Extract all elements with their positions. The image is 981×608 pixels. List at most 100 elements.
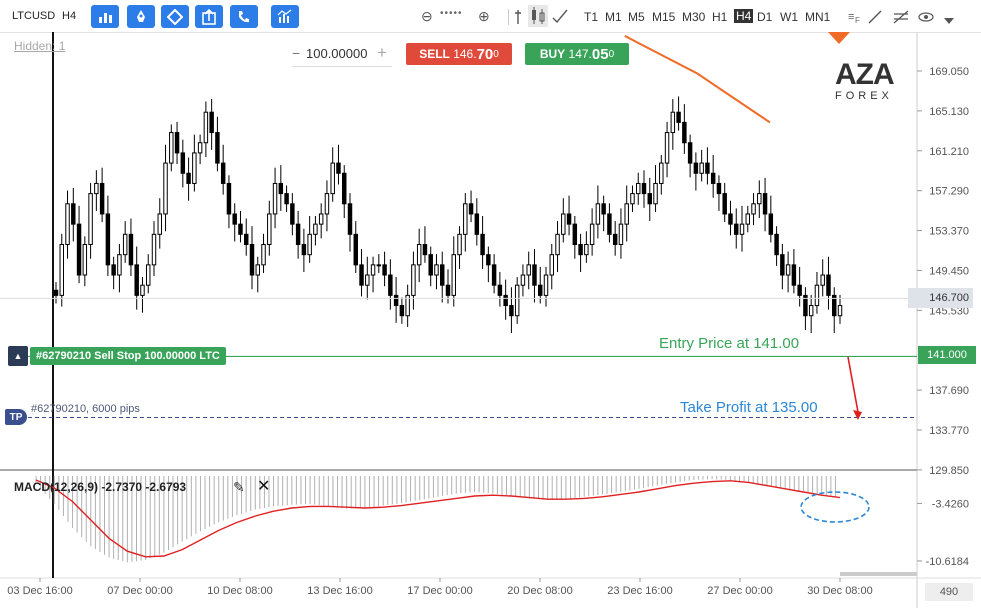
- quantity-minus-button[interactable]: −: [292, 45, 300, 61]
- future-marker-icon: [828, 32, 850, 44]
- candle-body: [255, 264, 260, 276]
- pencil-icon[interactable]: ✎: [233, 479, 245, 496]
- buy-price-main: 147.: [568, 47, 592, 61]
- tab-timeframe-w1[interactable]: W1: [780, 10, 798, 24]
- candle-body: [641, 182, 647, 195]
- candle-body: [762, 193, 768, 215]
- candle-body: [532, 264, 537, 286]
- chevron-down-icon[interactable]: [944, 12, 954, 30]
- candle-body: [520, 274, 526, 286]
- export-button[interactable]: [195, 5, 223, 28]
- candle-type-button[interactable]: [528, 5, 548, 27]
- line-type-icon[interactable]: [552, 8, 568, 29]
- x-tick-label: 27 Dec 00:00: [707, 585, 772, 597]
- current-timeframe[interactable]: H4: [62, 10, 76, 22]
- hidden-objects-link[interactable]: Hidden: 1: [14, 39, 65, 53]
- arrow-head-icon: [853, 410, 862, 420]
- y-tick-label: 157.290: [929, 186, 969, 198]
- candle-body: [393, 294, 399, 307]
- eye-icon[interactable]: [918, 10, 934, 28]
- bars-count: 490: [925, 583, 973, 601]
- candle-body: [820, 274, 825, 286]
- tab-timeframe-h4[interactable]: H4: [734, 9, 754, 23]
- candle-body: [826, 274, 831, 296]
- x-tick-label: 13 Dec 16:00: [307, 585, 372, 597]
- tab-timeframe-m15[interactable]: M15: [652, 10, 675, 24]
- indicators-icon: [277, 9, 292, 23]
- sell-button[interactable]: SELL 146. 70 0: [406, 43, 512, 65]
- bars-count-value: 490: [939, 586, 959, 598]
- candle-body: [728, 213, 733, 225]
- macd-tick-label: -3.4260: [932, 498, 969, 510]
- candle-body: [676, 111, 681, 123]
- tab-timeframe-m1[interactable]: M1: [605, 10, 622, 24]
- quantity-plus-button[interactable]: +: [377, 43, 387, 63]
- zoom-slider[interactable]: •••••: [440, 8, 463, 19]
- x-tick-label: 07 Dec 00:00: [107, 585, 172, 597]
- candle-body: [88, 193, 93, 245]
- candle-body: [105, 213, 111, 266]
- diamond-button[interactable]: [161, 5, 189, 28]
- buy-button[interactable]: BUY 147. 05 0: [525, 43, 629, 65]
- symbol-label[interactable]: LTCUSD: [12, 10, 55, 22]
- candle-body: [324, 193, 330, 215]
- quantity-input[interactable]: 100.00000: [306, 46, 367, 61]
- candle-body: [618, 223, 624, 245]
- close-icon[interactable]: ✕: [257, 476, 270, 496]
- price-chart[interactable]: 169.050 165.130 161.210 157.290 153.370 149.4…: [0, 32, 981, 608]
- candle-body: [451, 254, 456, 296]
- phone-button[interactable]: [230, 5, 258, 28]
- candle-body: [76, 223, 82, 276]
- candle-body: [768, 213, 774, 235]
- order-drag-icon[interactable]: ▲: [8, 346, 28, 366]
- candle-body: [526, 264, 531, 276]
- cursor-icon[interactable]: [512, 10, 524, 29]
- y-tick-label: 133.770: [929, 425, 969, 437]
- zoom-out-icon[interactable]: ⊖: [421, 8, 433, 25]
- trendline-icon[interactable]: [868, 10, 882, 29]
- arrow-line: [847, 356, 859, 413]
- candle-body: [388, 274, 393, 296]
- candle-body: [174, 132, 180, 154]
- tab-timeframe-mn1[interactable]: MN1: [805, 10, 830, 24]
- candle-body: [59, 243, 64, 296]
- candle-body: [186, 172, 191, 184]
- tab-timeframe-t1[interactable]: T1: [584, 10, 598, 24]
- candle-body: [65, 203, 70, 245]
- tab-timeframe-h1[interactable]: H1: [712, 10, 727, 24]
- take-profit-label[interactable]: #62790210, 6000 pips: [31, 403, 140, 415]
- candle-body: [774, 233, 779, 256]
- candle-body: [313, 223, 318, 235]
- tab-timeframe-d1[interactable]: D1: [757, 10, 772, 24]
- candle-body: [122, 233, 128, 256]
- phone-icon: [239, 10, 249, 22]
- bar-chart-icon: [99, 12, 112, 23]
- candle-body: [267, 213, 272, 245]
- candle-body: [687, 142, 693, 164]
- candle-body: [422, 243, 428, 256]
- bar-chart-button[interactable]: [91, 5, 119, 28]
- entry-price-annotation: Entry Price at 141.00: [659, 335, 800, 352]
- zoom-in-icon[interactable]: ⊕: [478, 8, 490, 25]
- candle-body: [365, 274, 370, 286]
- tab-timeframe-m5[interactable]: M5: [628, 10, 645, 24]
- take-profit-icon[interactable]: TP: [5, 409, 27, 425]
- fibonacci-icon[interactable]: [893, 10, 909, 29]
- crosshair-icon[interactable]: ≡ F: [848, 9, 862, 28]
- candle-body: [215, 132, 220, 164]
- candle-body: [128, 233, 134, 266]
- svg-text:≡: ≡: [848, 11, 854, 23]
- candle-body: [220, 162, 226, 184]
- order-label[interactable]: #62790210 Sell Stop 100.00000 LTC: [30, 347, 226, 365]
- candle-body: [399, 305, 405, 317]
- candle-body: [370, 264, 376, 276]
- candle-body: [503, 294, 508, 307]
- candle-body: [589, 223, 595, 245]
- candle-body: [151, 233, 157, 266]
- tab-timeframe-m30[interactable]: M30: [682, 10, 705, 24]
- rocket-button[interactable]: [127, 5, 155, 28]
- candle-body: [440, 264, 445, 286]
- indicators-button[interactable]: [271, 5, 299, 28]
- x-tick-label: 20 Dec 08:00: [507, 585, 572, 597]
- rocket-icon: [137, 9, 145, 22]
